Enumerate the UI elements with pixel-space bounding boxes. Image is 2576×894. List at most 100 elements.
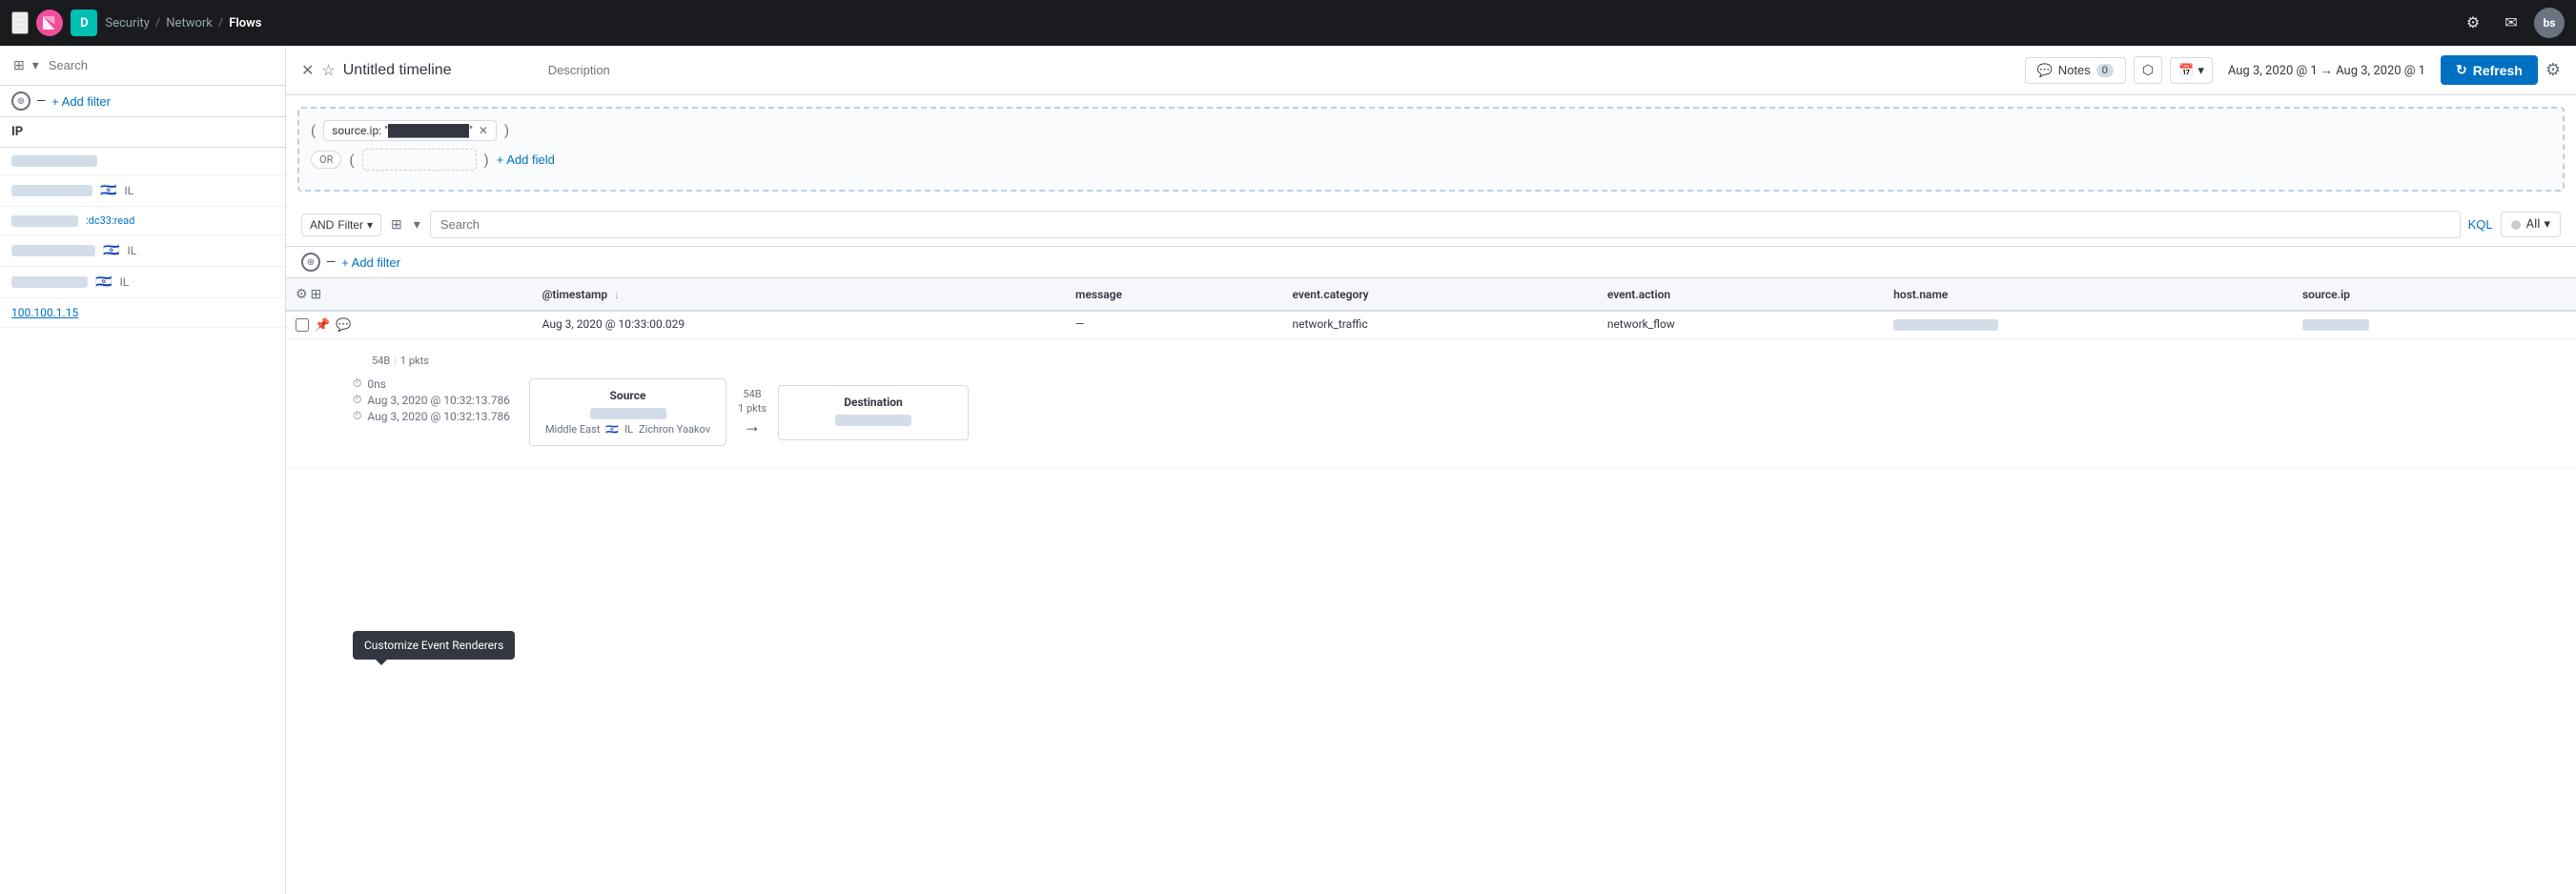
partial-link: :dc33:read: [86, 214, 134, 227]
settings-btn[interactable]: ⚙: [2545, 60, 2561, 80]
source-card: Source Middle East 🇮🇱 IL: [529, 378, 726, 446]
list-item[interactable]: [0, 148, 285, 175]
row-event-category: network_traffic: [1283, 311, 1598, 339]
row-message: —: [1066, 311, 1283, 339]
sidebar-search-bar: ⊞ ▾: [0, 46, 285, 86]
breadcrumb-sep1: /: [155, 16, 160, 30]
dest-ip-row: [794, 415, 952, 426]
timeline-close-btn[interactable]: ✕: [301, 61, 314, 80]
list-item[interactable]: 🇮🇱 IL: [0, 267, 285, 298]
timeline-star-btn[interactable]: ☆: [321, 61, 335, 80]
table-area: ⚙ ⊞ @timestamp ↓ message event.category: [286, 278, 2576, 894]
add-filter-btn[interactable]: + Add filter: [51, 94, 111, 109]
flag-icon: 🇮🇱: [95, 274, 112, 290]
add-field-btn[interactable]: + Add field: [497, 152, 555, 167]
avatar[interactable]: bs: [2534, 8, 2565, 38]
date-range: Aug 3, 2020 @ 1 → Aug 3, 2020 @ 1: [2228, 63, 2425, 78]
breadcrumb-network: Network: [166, 16, 213, 30]
filter-empty-area: [362, 149, 477, 171]
calendar-btn[interactable]: 📅 ▾: [2170, 57, 2213, 84]
filter-chip-close-btn[interactable]: ✕: [479, 124, 488, 137]
ip-blurred: [11, 155, 97, 167]
list-item[interactable]: 100.100.1.15: [0, 298, 285, 328]
filter-chip[interactable]: source.ip: "██████████" ✕: [323, 120, 497, 141]
hamburger-menu[interactable]: ☰: [11, 11, 29, 34]
list-item[interactable]: 🇮🇱 IL: [0, 175, 285, 207]
breadcrumb: Security / Network / Flows: [105, 16, 261, 30]
filter-dropdown-icon: ▾: [367, 218, 373, 232]
breadcrumb-sep2: /: [218, 16, 223, 30]
arrow-right-icon: →: [744, 417, 761, 437]
query-bar: AND Filter ▾ ⊞ ▾ KQL All ▾: [286, 203, 2576, 247]
source-region: Middle East: [545, 423, 600, 436]
settings-icon-btn[interactable]: ⚙: [2458, 8, 2488, 38]
ip-link[interactable]: 100.100.1.15: [11, 306, 78, 319]
tooltip-arrow: [376, 660, 387, 665]
row-note-btn[interactable]: 💬: [336, 317, 351, 333]
filter-row-1: ( source.ip: "██████████" ✕ ): [311, 120, 2551, 141]
filter-label: Filter: [337, 218, 363, 232]
table-row: 📌 💬 Aug 3, 2020 @ 10:33:00.029 — network…: [286, 311, 2576, 339]
dash-spacer: —: [326, 255, 336, 270]
and-label: AND: [310, 218, 334, 232]
search-options-btn[interactable]: ⊞: [11, 55, 27, 75]
and-filter-btn[interactable]: AND Filter ▾: [301, 213, 381, 236]
source-country: IL: [624, 423, 633, 436]
row-checkbox[interactable]: [296, 318, 309, 332]
sort-icon: ↓: [614, 289, 620, 301]
flag-icon: 🇮🇱: [103, 243, 119, 258]
row-event-action: network_flow: [1598, 311, 1884, 339]
mail-icon-btn[interactable]: ✉: [2496, 8, 2526, 38]
filter-area: ( source.ip: "██████████" ✕ ) OR ( ) + A…: [297, 107, 2565, 192]
notes-btn[interactable]: 💬 Notes 0: [2025, 57, 2126, 84]
kql-btn[interactable]: KQL: [2468, 217, 2493, 232]
timeline-desc-input[interactable]: [548, 63, 716, 77]
breadcrumb-flows: Flows: [229, 16, 261, 30]
query-search-input[interactable]: [430, 211, 2461, 238]
list-item[interactable]: 🇮🇱 IL: [0, 235, 285, 267]
col-header-actions: ⚙ ⊞: [286, 278, 533, 311]
all-dropdown[interactable]: All ▾: [2501, 212, 2561, 237]
table-gear-btn[interactable]: ⚙: [296, 286, 308, 302]
timeline-title-input[interactable]: [343, 62, 541, 79]
source-city: Zichron Yaakov: [639, 423, 710, 436]
tooltip-customize: Customize Event Renderers: [353, 631, 515, 660]
list-item[interactable]: :dc33:read: [0, 207, 285, 235]
search-input[interactable]: [49, 58, 274, 72]
query-options-btn[interactable]: ⊞: [389, 214, 404, 234]
add-filter-btn-2[interactable]: + Add filter: [341, 255, 400, 270]
filter-circle-btn[interactable]: ⊕: [11, 91, 31, 111]
sidebar-filter-row: ⊕ — + Add filter: [0, 86, 285, 117]
query-dropdown-btn[interactable]: ▾: [412, 214, 422, 234]
ip-blurred: [11, 185, 92, 196]
country-label: IL: [127, 244, 136, 257]
main-layout: ⊞ ▾ ⊕ — + Add filter IP 🇮🇱 IL: [0, 46, 2576, 894]
share-icon: ⬡: [2142, 62, 2154, 77]
close-paren-2: ): [484, 152, 489, 169]
all-chevron: ▾: [2544, 217, 2550, 232]
share-btn[interactable]: ⬡: [2134, 56, 2162, 84]
refresh-icon: ↻: [2456, 62, 2467, 78]
country-label: IL: [124, 184, 133, 197]
refresh-btn[interactable]: ↻ Refresh: [2441, 55, 2538, 85]
table-row-expanded: 54B | 1 pkts ⏱ 0ns: [286, 339, 2576, 468]
flow-arrow: 54B 1 pkts →: [726, 388, 778, 437]
kibana-logo: [36, 10, 63, 36]
sidebar-dash: —: [36, 94, 46, 109]
country-label: IL: [119, 275, 129, 289]
filter-row-2: OR ( ) + Add field: [311, 149, 2551, 171]
table-expand-btn[interactable]: ⊞: [311, 286, 322, 302]
host-name-blurred: [1893, 319, 1998, 331]
ip-blurred: [11, 245, 95, 256]
notes-badge: 0: [2096, 64, 2114, 77]
clock-icon: ⏱: [353, 376, 361, 391]
all-dot: [2511, 220, 2521, 230]
search-dropdown-btn[interactable]: ▾: [31, 55, 41, 75]
row-pin-btn[interactable]: 📌: [315, 317, 330, 333]
notes-label: Notes: [2058, 63, 2091, 77]
col-header-source-ip: source.ip: [2293, 278, 2576, 311]
row-actions: 📌 💬: [286, 311, 533, 339]
or-badge: OR: [311, 151, 341, 169]
add-filter-circle-btn[interactable]: ⊕: [301, 253, 320, 272]
open-paren: (: [311, 122, 316, 139]
